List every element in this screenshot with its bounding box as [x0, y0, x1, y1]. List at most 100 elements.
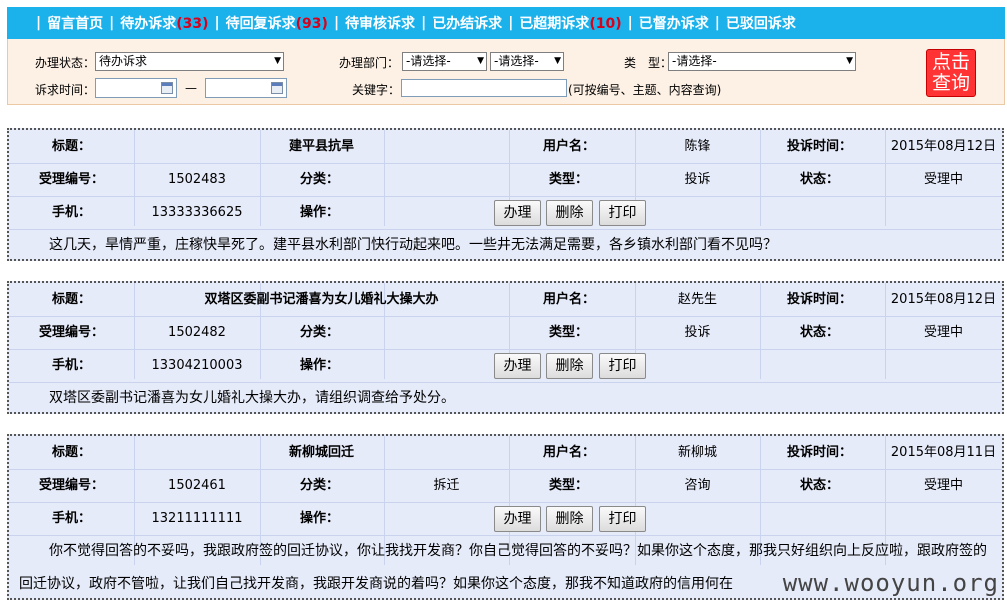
complaint-content: 这几天，旱情严重，庄稼快旱死了。建平县水利部门快行动起来吧。一些井无法满足需要，… — [49, 237, 777, 253]
type-label: 类型： — [548, 478, 588, 493]
top-nav: | 留言首页 | 待办诉求(33) | 待回复诉求(93) | 待审核诉求 | … — [7, 7, 1005, 39]
complaint-type: 咨询 — [684, 478, 711, 493]
username-label: 用户名： — [542, 292, 595, 307]
dept-label: 办理部门： — [339, 56, 400, 70]
calendar-icon[interactable] — [161, 82, 173, 94]
phone-label: 手机： — [51, 205, 91, 220]
dept-select-primary-value: -请选择- — [406, 54, 451, 68]
username-label: 用户名： — [542, 445, 595, 460]
complaint-id: 1502461 — [168, 478, 226, 493]
complaint-phone: 13304210003 — [151, 358, 243, 373]
complaint-time: 2015年08月11日 — [890, 445, 997, 460]
print-button[interactable]: 打印 — [599, 353, 646, 379]
phone-label: 手机： — [51, 511, 91, 526]
nav-separator: | — [109, 15, 115, 31]
category-label: 分类： — [299, 325, 339, 340]
end-date-input[interactable] — [205, 78, 287, 98]
title-label: 标题： — [51, 292, 91, 307]
watermark: www.wooyun.org — [782, 569, 999, 597]
nav-item-overdue[interactable]: 已超期诉求(10) — [519, 13, 621, 33]
id-label: 受理编号： — [38, 478, 104, 493]
nav-separator: | — [508, 15, 514, 31]
status-label: 状态： — [799, 172, 839, 187]
chevron-down-icon: ▼ — [477, 56, 484, 66]
query-button-line1: 点击 — [931, 51, 970, 73]
nav-item-supervised[interactable]: 已督办诉求 — [639, 13, 709, 33]
chevron-down-icon: ▼ — [554, 56, 561, 66]
nav-item-pending[interactable]: 待办诉求(33) — [120, 13, 208, 33]
username-label: 用户名： — [542, 139, 595, 154]
nav-separator: | — [36, 15, 42, 31]
nav-item-completed[interactable]: 已办结诉求 — [432, 13, 502, 33]
nav-separator: | — [714, 15, 720, 31]
phone-label: 手机： — [51, 358, 91, 373]
complaint-category — [384, 316, 509, 349]
delete-button[interactable]: 删除 — [546, 353, 593, 379]
complaint-username: 陈锋 — [684, 139, 711, 154]
category-label: 分类： — [299, 172, 339, 187]
keyword-input[interactable] — [401, 79, 567, 97]
complaint-id: 1502483 — [168, 172, 226, 187]
nav-item-awaiting-review[interactable]: 待审核诉求 — [345, 13, 415, 33]
time-label: 投诉时间： — [786, 292, 852, 307]
action-label: 操作： — [299, 511, 339, 526]
action-label: 操作： — [299, 205, 339, 220]
dept-select-secondary-value: -请选择- — [494, 54, 539, 68]
title-label: 标题： — [51, 139, 91, 154]
complaint-username: 新柳城 — [677, 445, 717, 460]
time-label: 投诉时间： — [786, 445, 852, 460]
nav-item-home[interactable]: 留言首页 — [47, 13, 103, 33]
handle-button[interactable]: 办理 — [494, 200, 541, 226]
complaint-content: 双塔区委副书记潘喜为女儿婚礼大操大办，请组织调查给予处分。 — [49, 390, 455, 406]
time-label: 投诉时间： — [786, 139, 852, 154]
chevron-down-icon: ▼ — [846, 56, 853, 66]
nav-separator: | — [627, 15, 633, 31]
keyword-hint: (可按编号、主题、内容查询) — [568, 83, 722, 97]
date-range-dash: — — [185, 81, 197, 95]
complaint-category — [384, 163, 509, 196]
complaint-title[interactable]: 新柳城回迁 — [134, 436, 509, 469]
complaint-phone: 13333336625 — [151, 205, 243, 220]
complaint-id: 1502482 — [168, 325, 226, 340]
handle-button[interactable]: 办理 — [494, 353, 541, 379]
dept-select-secondary[interactable]: -请选择- ▼ — [490, 52, 564, 71]
type-label: 类型： — [548, 172, 588, 187]
complaint-card: 标题： 双塔区委副书记潘喜为女儿婚礼大操大办 用户名： 赵先生 投诉时间： 20… — [7, 281, 1004, 414]
print-button[interactable]: 打印 — [599, 200, 646, 226]
type-select[interactable]: -请选择- ▼ — [668, 52, 856, 71]
id-label: 受理编号： — [38, 172, 104, 187]
title-label: 标题： — [51, 445, 91, 460]
query-button[interactable]: 点击 查询 — [926, 49, 976, 97]
delete-button[interactable]: 删除 — [546, 200, 593, 226]
status-label: 状态： — [799, 478, 839, 493]
complaint-title[interactable]: 建平县抗旱 — [134, 130, 509, 163]
status-label: 办理状态： — [35, 56, 96, 70]
complaint-time: 2015年08月12日 — [890, 292, 997, 307]
status-select[interactable]: 待办诉求 ▼ — [95, 52, 284, 71]
time-label: 诉求时间： — [35, 83, 96, 97]
complaint-status: 受理中 — [923, 478, 963, 493]
complaint-phone: 13211111111 — [151, 511, 243, 526]
category-label: 分类： — [299, 478, 339, 493]
filter-panel: 办理状态： 待办诉求 ▼ 办理部门： -请选择- ▼ -请选择- ▼ 类 型： … — [7, 39, 1005, 105]
complaint-time: 2015年08月12日 — [890, 139, 997, 154]
complaint-status: 受理中 — [923, 325, 963, 340]
status-label: 状态： — [799, 325, 839, 340]
complaint-type: 投诉 — [684, 325, 711, 340]
dept-select-primary[interactable]: -请选择- ▼ — [402, 52, 487, 71]
delete-button[interactable]: 删除 — [546, 506, 593, 532]
status-select-value: 待办诉求 — [99, 54, 148, 68]
print-button[interactable]: 打印 — [599, 506, 646, 532]
calendar-icon[interactable] — [271, 82, 283, 94]
complaint-title[interactable]: 双塔区委副书记潘喜为女儿婚礼大操大办 — [134, 283, 509, 316]
complaint-type: 投诉 — [684, 172, 711, 187]
start-date-input[interactable] — [95, 78, 177, 98]
nav-item-awaiting-reply[interactable]: 待回复诉求(93) — [226, 13, 328, 33]
nav-separator: | — [333, 15, 340, 31]
complaint-username: 赵先生 — [677, 292, 717, 307]
handle-button[interactable]: 办理 — [494, 506, 541, 532]
chevron-down-icon: ▼ — [274, 56, 281, 66]
type-select-value: -请选择- — [672, 54, 717, 68]
query-button-line2: 查询 — [931, 72, 970, 94]
nav-item-rejected[interactable]: 已驳回诉求 — [726, 13, 796, 33]
